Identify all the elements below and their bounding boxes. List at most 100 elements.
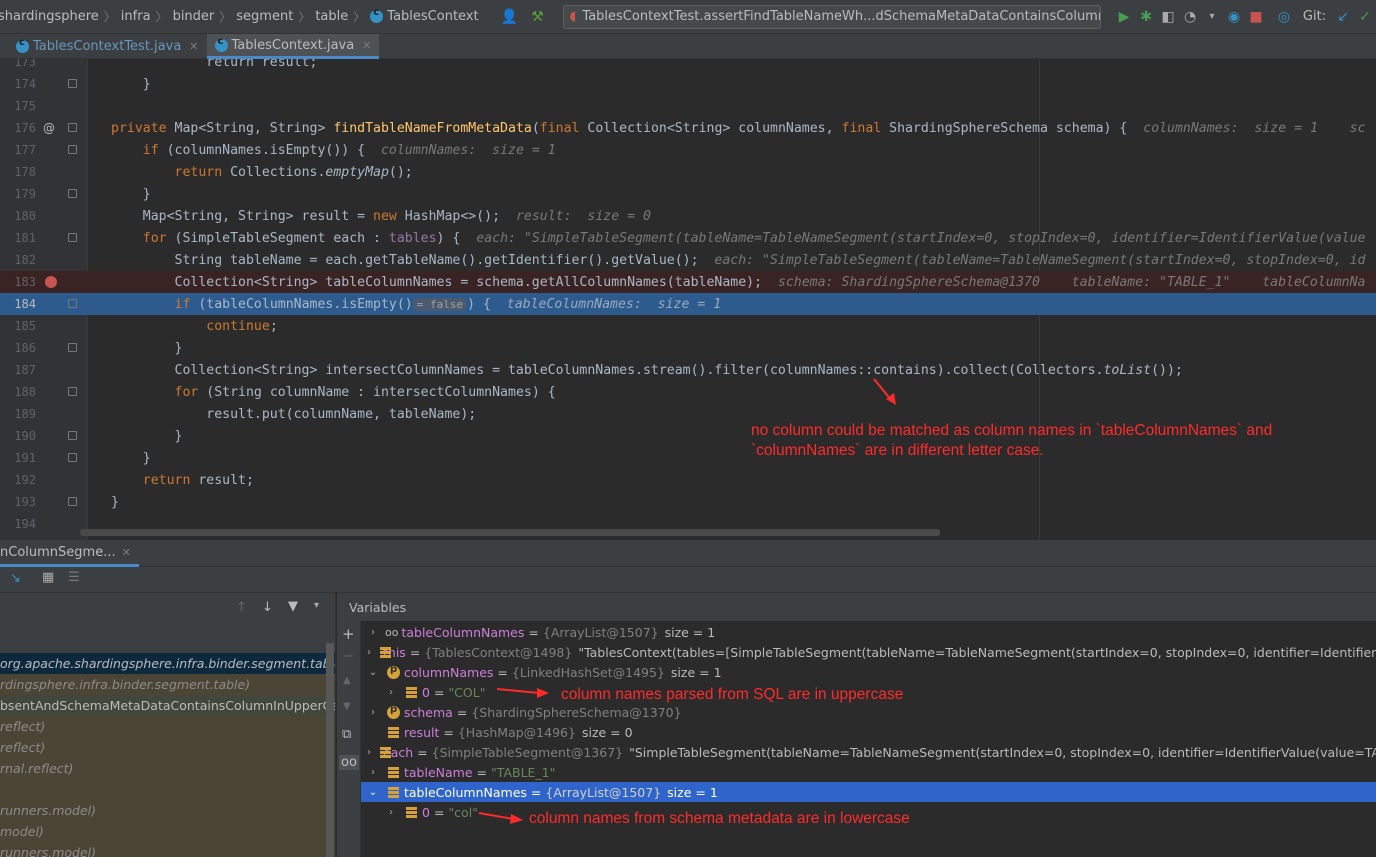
breadcrumb-item[interactable]: shardingsphere [0, 9, 99, 24]
search-everywhere-icon[interactable]: ◎ [1275, 7, 1293, 27]
code-line[interactable]: 186 } [0, 337, 1376, 359]
watches-toggle-icon[interactable]: oo [339, 755, 359, 770]
variable-row[interactable]: ⌄ columnNames = {LinkedHashSet@1495} siz… [361, 662, 1376, 682]
breadcrumb-item[interactable]: binder [173, 9, 215, 24]
frame-item[interactable]: org.apache.shardingsphere.infra.binder.s… [0, 653, 335, 674]
code-line[interactable]: 174 } [0, 73, 1376, 95]
code-line[interactable]: 175 [0, 95, 1376, 117]
chevron-right-icon[interactable]: › [385, 807, 397, 818]
breadcrumb-item[interactable]: table [315, 9, 348, 24]
code-line[interactable]: 173 return result; [0, 59, 1376, 73]
user-icon[interactable]: 👤 [501, 7, 519, 27]
variable-row[interactable]: › schema = {ShardingSphereSchema@1370} [361, 702, 1376, 722]
debug-icon[interactable]: ✱ [1137, 7, 1155, 27]
code-line[interactable]: 180 Map<String, String> result = new Has… [0, 205, 1376, 227]
fold-marker-icon[interactable] [68, 497, 77, 506]
frame-item[interactable]: bsentAndSchemaMetaDataContainsColumnInUp… [0, 695, 335, 716]
tab-tablescontexttest[interactable]: TablesContextTest.java ✕ [0, 34, 207, 59]
line-number: 193 [14, 495, 36, 509]
code-line[interactable]: 185 continue; [0, 315, 1376, 337]
chevron-right-icon[interactable]: › [367, 747, 371, 758]
code-line[interactable]: 187 Collection<String> intersectColumnNa… [0, 359, 1376, 381]
chevron-right-icon[interactable]: › [367, 767, 379, 778]
variable-row[interactable]: › oo tableColumnNames = {ArrayList@1507}… [361, 622, 1376, 642]
code-editor[interactable]: 173 return result; 174 } 175 176 @ priva… [0, 59, 1376, 540]
code-line[interactable]: 182 String tableName = each.getTableName… [0, 249, 1376, 271]
frame-item[interactable]: reflect) [0, 716, 335, 737]
breakpoint-icon[interactable] [45, 276, 57, 288]
variable-row[interactable]: › each = {SimpleTableSegment@1367} "Simp… [361, 742, 1376, 762]
close-icon[interactable]: ✕ [189, 40, 198, 53]
chevron-right-icon[interactable]: › [367, 627, 379, 638]
fold-marker-icon[interactable] [68, 387, 77, 396]
code-line[interactable]: 188 for (String columnName : intersectCo… [0, 381, 1376, 403]
fold-marker-icon[interactable] [68, 453, 77, 462]
up-arrow-icon[interactable]: ↑ [236, 600, 247, 615]
fold-marker-icon[interactable] [68, 189, 77, 198]
frame-item[interactable]: runners.model) [0, 800, 335, 821]
close-icon[interactable]: ✕ [362, 39, 371, 52]
commit-icon[interactable]: ✓ [1356, 7, 1374, 27]
fold-marker-icon[interactable] [68, 123, 77, 132]
move-up-icon[interactable]: ▲ [343, 675, 351, 686]
breakpoint-line[interactable]: 183 Collection<String> tableColumnNames … [0, 271, 1376, 293]
breadcrumb-item[interactable]: infra [121, 9, 151, 24]
chevron-down-icon[interactable]: ⌄ [367, 787, 379, 798]
frame-item[interactable]: rnal.reflect) [0, 758, 335, 779]
override-annotation-icon[interactable]: @ [43, 121, 55, 135]
frame-item[interactable]: reflect) [0, 737, 335, 758]
frame-item[interactable]: runners.model) [0, 842, 335, 857]
run-configuration-selector[interactable]: ◖ TablesContextTest.assertFindTableNameW… [562, 4, 1102, 29]
chevron-right-icon[interactable]: › [367, 647, 371, 658]
chevron-right-icon[interactable]: › [367, 707, 379, 718]
tab-tablescontext[interactable]: TablesContext.java ✕ [206, 34, 380, 59]
layout-icon[interactable]: ☰ [68, 570, 80, 585]
variable-row[interactable]: › tableName = "TABLE_1" [361, 762, 1376, 782]
frames-scrollbar[interactable] [326, 643, 334, 857]
fold-marker-icon[interactable] [68, 343, 77, 352]
chevron-right-icon[interactable]: › [385, 687, 397, 698]
attach-icon[interactable]: ◉ [1225, 7, 1243, 27]
code-line[interactable]: 178 return Collections.emptyMap(); [0, 161, 1376, 183]
frame-item[interactable] [0, 779, 335, 800]
current-execution-line[interactable]: 184 if (tableColumnNames.isEmpty() = fals… [0, 293, 1376, 315]
code-line[interactable]: 177 if (columnNames.isEmpty()) { columnN… [0, 139, 1376, 161]
run-icon[interactable]: ▶ [1115, 7, 1133, 27]
chevron-down-icon[interactable]: ▾ [314, 600, 319, 611]
table-view-icon[interactable]: ▦ [42, 570, 54, 585]
step-over-icon[interactable]: ↘ [10, 571, 21, 586]
remove-watch-icon[interactable]: − [343, 649, 354, 664]
code-line[interactable]: 179 } [0, 183, 1376, 205]
horizontal-scrollbar[interactable] [80, 529, 940, 536]
fold-marker-icon[interactable] [68, 299, 77, 308]
variable-row[interactable]: result = {HashMap@1496} size = 0 [361, 722, 1376, 742]
down-arrow-icon[interactable]: ↓ [262, 600, 273, 615]
breadcrumb-item[interactable]: TablesContext [387, 9, 478, 24]
fold-marker-icon[interactable] [68, 431, 77, 440]
breadcrumb-item[interactable]: segment [236, 9, 293, 24]
stop-icon[interactable]: ■ [1247, 7, 1265, 27]
fold-marker-icon[interactable] [68, 145, 77, 154]
code-line[interactable]: 192 return result; [0, 469, 1376, 491]
coverage-icon[interactable]: ◧ [1159, 7, 1177, 27]
chevron-down-icon[interactable]: ▾ [1203, 7, 1221, 27]
update-project-icon[interactable]: ↙ [1334, 7, 1352, 27]
fold-marker-icon[interactable] [68, 79, 77, 88]
fold-marker-icon[interactable] [68, 233, 77, 242]
code-line[interactable]: 193 } [0, 491, 1376, 513]
debug-session-tab[interactable]: nColumnSegme... ✕ [0, 540, 139, 567]
hammer-icon[interactable]: ⚒ [529, 7, 547, 27]
close-icon[interactable]: ✕ [122, 546, 131, 559]
frame-item[interactable]: rdingsphere.infra.binder.segment.table) [0, 674, 335, 695]
variable-row-selected[interactable]: ⌄ tableColumnNames = {ArrayList@1507} si… [361, 782, 1376, 802]
frame-item[interactable]: model) [0, 821, 335, 842]
code-line[interactable]: 176 @ private Map<String, String> findTa… [0, 117, 1376, 139]
variable-row[interactable]: › this = {TablesContext@1498} "TablesCon… [361, 642, 1376, 662]
code-line[interactable]: 181 for (SimpleTableSegment each : table… [0, 227, 1376, 249]
copy-icon[interactable]: ⧉ [342, 727, 351, 742]
move-down-icon[interactable]: ▼ [343, 701, 351, 712]
filter-icon[interactable]: ▼ [288, 599, 298, 614]
add-watch-icon[interactable]: + [342, 625, 355, 643]
chevron-down-icon[interactable]: ⌄ [367, 667, 379, 678]
profile-icon[interactable]: ◔ [1181, 7, 1199, 27]
